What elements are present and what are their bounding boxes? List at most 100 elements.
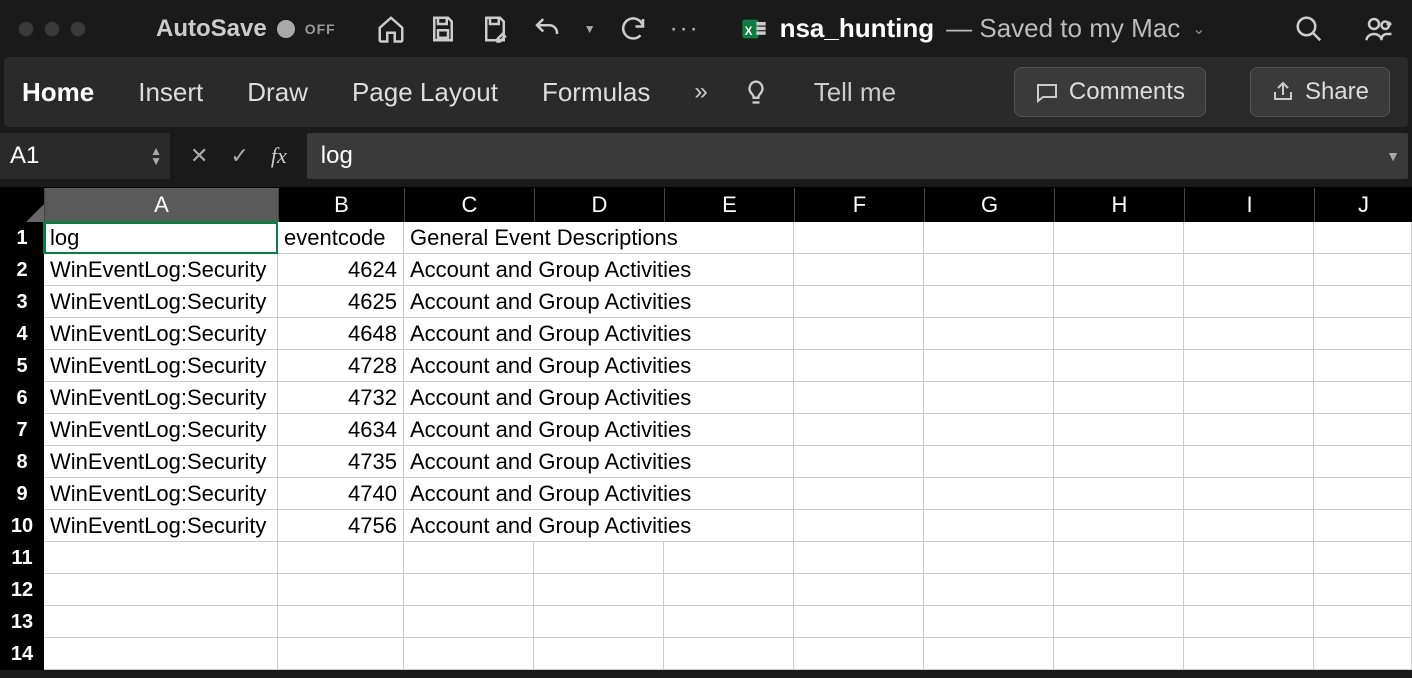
cell[interactable]	[1314, 606, 1412, 638]
cell[interactable]	[44, 574, 278, 606]
cell[interactable]: log	[44, 222, 278, 254]
cell[interactable]: 4740	[278, 478, 404, 510]
cell[interactable]	[1054, 318, 1184, 350]
row-header[interactable]: 13	[0, 606, 44, 638]
cell[interactable]: WinEventLog:Security	[44, 318, 278, 350]
cancel-formula-icon[interactable]: ✕	[190, 143, 208, 169]
cell[interactable]	[794, 222, 924, 254]
col-header-I[interactable]: I	[1184, 188, 1314, 222]
cell[interactable]	[794, 638, 924, 670]
row-header[interactable]: 2	[0, 254, 44, 286]
cell[interactable]	[664, 222, 794, 254]
cell[interactable]	[1054, 414, 1184, 446]
tab-draw[interactable]: Draw	[247, 77, 308, 108]
cell[interactable]	[534, 606, 664, 638]
col-header-J[interactable]: J	[1314, 188, 1412, 222]
cell[interactable]	[794, 382, 924, 414]
cell[interactable]	[534, 638, 664, 670]
cell[interactable]	[1184, 254, 1314, 286]
cell[interactable]	[1184, 478, 1314, 510]
cell[interactable]: 4624	[278, 254, 404, 286]
cell[interactable]	[278, 638, 404, 670]
cell[interactable]	[924, 542, 1054, 574]
cell[interactable]	[534, 574, 664, 606]
cell[interactable]	[1184, 510, 1314, 542]
cell[interactable]: 4756	[278, 510, 404, 542]
cell[interactable]	[1054, 638, 1184, 670]
cell[interactable]	[1314, 446, 1412, 478]
cell[interactable]	[924, 350, 1054, 382]
search-icon[interactable]	[1294, 14, 1324, 44]
row-header[interactable]: 6	[0, 382, 44, 414]
cell[interactable]: WinEventLog:Security	[44, 286, 278, 318]
cell[interactable]	[1184, 574, 1314, 606]
save-as-icon[interactable]	[480, 14, 510, 44]
cell[interactable]	[664, 574, 794, 606]
tell-me-input[interactable]: Tell me	[814, 77, 896, 108]
row-header[interactable]: 3	[0, 286, 44, 318]
cell[interactable]	[1314, 222, 1412, 254]
col-header-E[interactable]: E	[664, 188, 794, 222]
col-header-H[interactable]: H	[1054, 188, 1184, 222]
close-window[interactable]	[18, 21, 34, 37]
autosave-toggle[interactable]: AutoSave OFF	[156, 15, 336, 43]
col-header-D[interactable]: D	[534, 188, 664, 222]
maximize-window[interactable]	[70, 21, 86, 37]
cell[interactable]	[1054, 478, 1184, 510]
cell[interactable]	[924, 318, 1054, 350]
row-header[interactable]: 5	[0, 350, 44, 382]
cell[interactable]	[1054, 254, 1184, 286]
share-button[interactable]: Share	[1250, 67, 1390, 117]
title-dropdown-icon[interactable]: ⌄	[1192, 19, 1205, 39]
col-header-G[interactable]: G	[924, 188, 1054, 222]
cell[interactable]	[534, 542, 664, 574]
chevron-down-icon[interactable]: ▼	[150, 156, 162, 166]
cell[interactable]	[1184, 350, 1314, 382]
cell[interactable]	[1314, 254, 1412, 286]
cell[interactable]	[794, 446, 924, 478]
cell[interactable]: 4728	[278, 350, 404, 382]
col-header-B[interactable]: B	[278, 188, 404, 222]
col-header-F[interactable]: F	[794, 188, 924, 222]
cell[interactable]	[404, 542, 534, 574]
cell[interactable]	[794, 350, 924, 382]
cell[interactable]	[1054, 574, 1184, 606]
cell[interactable]	[1314, 350, 1412, 382]
cell[interactable]: 4625	[278, 286, 404, 318]
row-header[interactable]: 4	[0, 318, 44, 350]
expand-formula-icon[interactable]: ▼	[1386, 148, 1400, 164]
cell[interactable]	[1314, 542, 1412, 574]
cell[interactable]	[1184, 382, 1314, 414]
cell[interactable]	[1054, 286, 1184, 318]
row-header[interactable]: 14	[0, 638, 44, 670]
cell[interactable]	[664, 638, 794, 670]
cell[interactable]: WinEventLog:Security	[44, 478, 278, 510]
col-header-A[interactable]: A	[44, 188, 278, 222]
accept-formula-icon[interactable]: ✓	[230, 143, 248, 169]
cell[interactable]	[664, 542, 794, 574]
cell[interactable]	[794, 510, 924, 542]
cell[interactable]	[1054, 606, 1184, 638]
cell[interactable]	[404, 606, 534, 638]
col-header-C[interactable]: C	[404, 188, 534, 222]
cell[interactable]: WinEventLog:Security	[44, 350, 278, 382]
cell[interactable]: 4735	[278, 446, 404, 478]
cell[interactable]	[1184, 606, 1314, 638]
cell[interactable]	[924, 382, 1054, 414]
cell[interactable]	[924, 606, 1054, 638]
cell[interactable]	[794, 478, 924, 510]
undo-dropdown-icon[interactable]: ▼	[584, 22, 596, 36]
cell[interactable]: WinEventLog:Security	[44, 382, 278, 414]
cell[interactable]: 4732	[278, 382, 404, 414]
cell[interactable]	[1314, 286, 1412, 318]
cell[interactable]	[44, 542, 278, 574]
row-header[interactable]: 12	[0, 574, 44, 606]
cell[interactable]	[404, 638, 534, 670]
row-header[interactable]: 10	[0, 510, 44, 542]
cell[interactable]	[1184, 638, 1314, 670]
row-header[interactable]: 8	[0, 446, 44, 478]
cell[interactable]	[924, 510, 1054, 542]
cell[interactable]	[794, 414, 924, 446]
cell[interactable]	[1184, 446, 1314, 478]
document-title[interactable]: X nsa_hunting — Saved to my Mac ⌄	[740, 13, 1206, 44]
